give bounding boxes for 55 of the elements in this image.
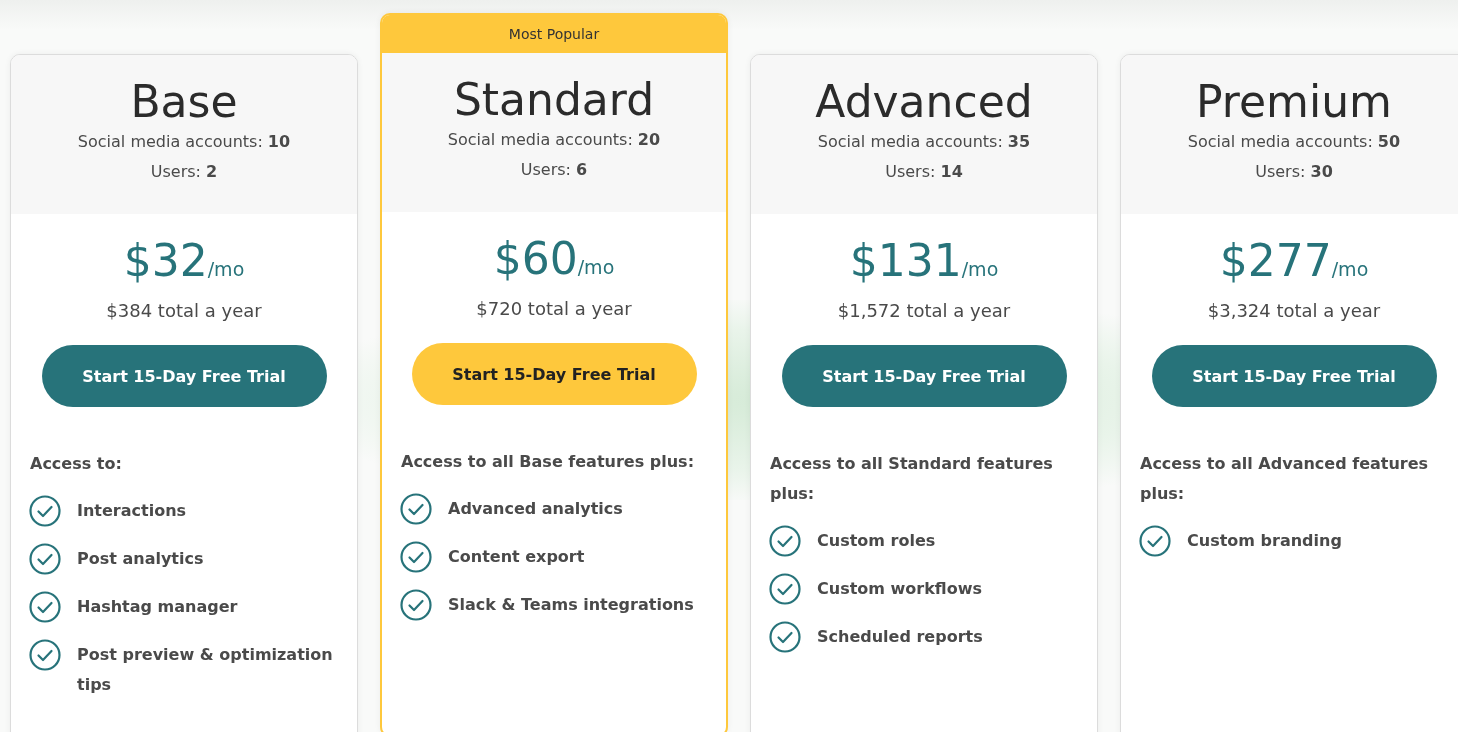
price: $60 xyxy=(493,232,578,286)
check-circle-icon xyxy=(769,573,801,605)
check-circle-icon xyxy=(29,591,61,623)
yearly-total: $3,324 total a year xyxy=(1207,300,1381,321)
feature-label: Hashtag manager xyxy=(77,596,238,618)
free-trial-button[interactable]: Start 15-Day Free Trial xyxy=(411,343,697,405)
yearly-total: $384 total a year xyxy=(106,300,262,321)
plan-title: Base xyxy=(130,77,238,127)
check-circle-icon xyxy=(29,639,61,671)
check-circle-icon xyxy=(769,525,801,557)
feature-label: Slack & Teams integrations xyxy=(448,594,694,616)
users-limit: Users: 6 xyxy=(520,159,588,181)
plan-title: Standard xyxy=(453,75,655,125)
price: $131 xyxy=(849,234,962,288)
feature-label: Content export xyxy=(448,546,585,568)
feature-label: Custom workflows xyxy=(817,578,982,600)
check-circle-icon xyxy=(1139,525,1171,557)
feature-label: Post analytics xyxy=(77,548,204,570)
feature-label: Custom branding xyxy=(1187,530,1342,552)
features-intro: Access to all Advanced features plus: xyxy=(1139,453,1430,505)
users-limit: Users: 30 xyxy=(1255,161,1333,183)
feature-label: Interactions xyxy=(77,500,187,522)
feature-label: Advanced analytics xyxy=(448,498,623,520)
most-popular-badge: Most Popular xyxy=(382,15,726,53)
plan-title: Premium xyxy=(1196,77,1392,127)
feature-label: Scheduled reports xyxy=(817,626,983,648)
feature-label: Post preview & optimization tips xyxy=(77,644,334,696)
check-circle-icon xyxy=(400,541,432,573)
yearly-total: $1,572 total a year xyxy=(837,300,1011,321)
price-period: /mo xyxy=(207,258,245,280)
feature-label: Custom roles xyxy=(817,530,936,552)
users-limit: Users: 2 xyxy=(150,161,218,183)
accounts-limit: Social media accounts: 20 xyxy=(447,129,661,151)
price-period: /mo xyxy=(577,256,615,278)
features-intro: Access to: xyxy=(29,453,123,475)
price-period: /mo xyxy=(961,258,999,280)
plan-title: Advanced xyxy=(815,77,1033,127)
free-trial-button[interactable]: Start 15-Day Free Trial xyxy=(41,345,327,407)
price-period: /mo xyxy=(1331,258,1369,280)
accounts-limit: Social media accounts: 10 xyxy=(77,131,291,153)
check-circle-icon xyxy=(29,495,61,527)
accounts-limit: Social media accounts: 50 xyxy=(1187,131,1401,153)
price: $277 xyxy=(1219,234,1332,288)
price: $32 xyxy=(123,234,208,288)
check-circle-icon xyxy=(29,543,61,575)
check-circle-icon xyxy=(400,589,432,621)
check-circle-icon xyxy=(400,493,432,525)
yearly-total: $720 total a year xyxy=(476,298,632,319)
features-intro: Access to all Standard features plus: xyxy=(769,453,1054,505)
free-trial-button[interactable]: Start 15-Day Free Trial xyxy=(1151,345,1437,407)
users-limit: Users: 14 xyxy=(885,161,963,183)
free-trial-button[interactable]: Start 15-Day Free Trial xyxy=(781,345,1067,407)
accounts-limit: Social media accounts: 35 xyxy=(817,131,1031,153)
check-circle-icon xyxy=(769,621,801,653)
features-intro: Access to all Base features plus: xyxy=(400,451,696,473)
